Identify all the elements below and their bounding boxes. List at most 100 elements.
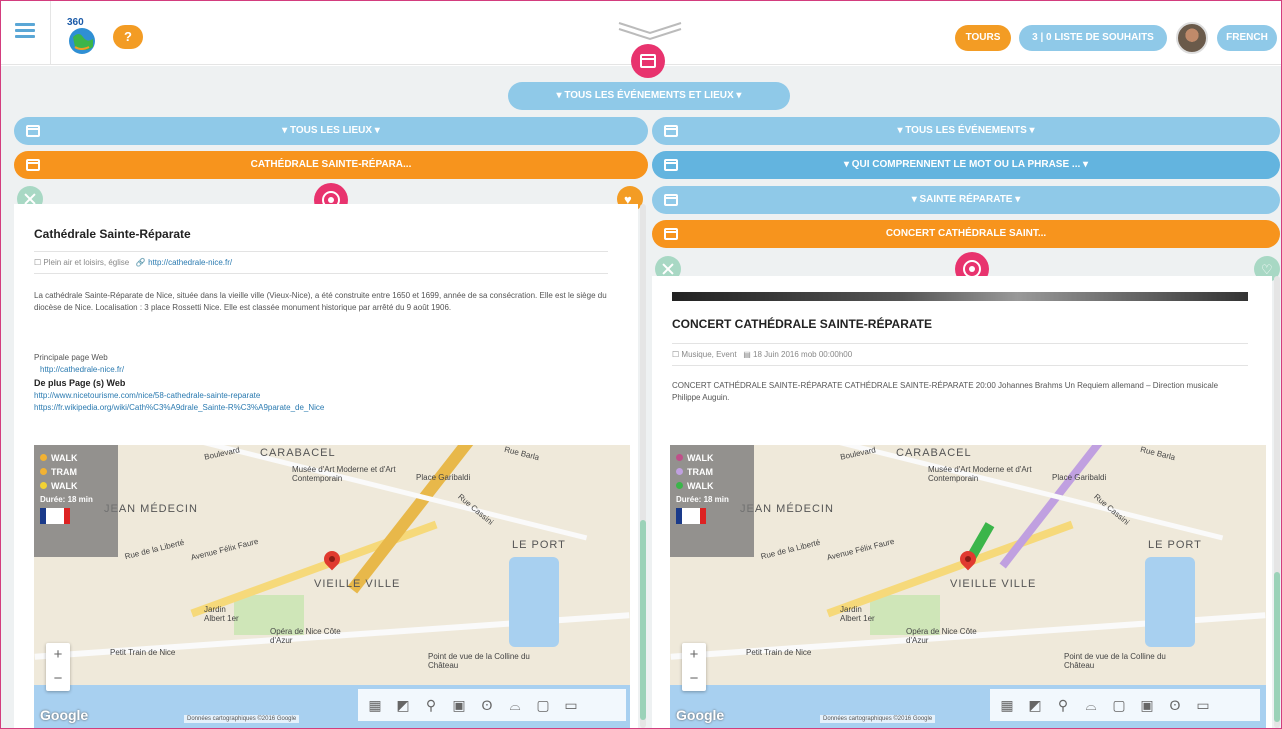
calendar-toggle-button[interactable] [631, 44, 665, 78]
more-pages-label: De plus Page (s) Web [34, 378, 126, 388]
map-label-liberte: Rue de la Liberté [123, 537, 186, 562]
bus-icon[interactable]: ▣ [1136, 694, 1158, 716]
user-avatar[interactable] [1176, 22, 1208, 54]
main-web-link[interactable]: http://cathedrale-nice.fr/ [40, 364, 124, 376]
place-description: La cathédrale Sainte-Réparate de Nice, s… [34, 291, 607, 312]
legend-dot [40, 468, 47, 475]
legend-dot [676, 468, 683, 475]
legend-dot [676, 482, 683, 489]
legend-label: WALK [51, 453, 78, 463]
legend-row: TRAM [676, 465, 748, 479]
map-pin-marker[interactable] [324, 551, 340, 573]
transport-mode-bar: ▦ ◩ ⚲ ▣ ʘ ⌓ ▢ ▭ [358, 689, 626, 721]
keyword-label: ▾ SAINTE RÉPARATE ▾ [911, 194, 1021, 205]
legend-label: TRAM [51, 467, 77, 477]
transport-mode-bar: ▦ ◩ ⚲ ⌓ ▢ ▣ ʘ ▭ [990, 689, 1260, 721]
place-title: Cathédrale Sainte-Réparate [34, 227, 191, 241]
scooter-icon[interactable]: ʘ [1164, 694, 1186, 716]
satellite-icon[interactable]: ◩ [392, 694, 414, 716]
map-label-carabacel: CARABACEL [896, 447, 972, 459]
map-layer-icon[interactable]: ▦ [364, 694, 386, 716]
main-web-label: Principale page Web [34, 353, 108, 362]
more-web-link-2[interactable]: https://fr.wikipedia.org/wiki/Cath%C3%A9… [34, 402, 324, 414]
map-label-musee: Musée d'Art Moderne et d'Art Contemporai… [292, 465, 396, 483]
zoom-in-button[interactable]: + [46, 643, 70, 667]
help-button[interactable]: ? [113, 25, 143, 49]
scooter-icon[interactable]: ʘ [476, 694, 498, 716]
tours-button[interactable]: TOURS [955, 25, 1011, 51]
car-icon[interactable]: ⌓ [1080, 694, 1102, 716]
hamburger-menu-icon[interactable] [15, 23, 35, 39]
road [736, 445, 1224, 541]
wishlist-button[interactable]: 3 | 0 LISTE DE SOUHAITS [1019, 25, 1167, 51]
map-label-colline: Point de vue de la Colline du Château [1064, 652, 1166, 670]
legend-row: WALK [676, 451, 748, 465]
satellite-icon[interactable]: ◩ [1024, 694, 1046, 716]
event-category: Musique, Event [681, 350, 737, 359]
event-map[interactable]: CARABACEL Musée d'Art Moderne et d'Art C… [670, 445, 1266, 728]
tram-icon[interactable]: ▭ [1192, 694, 1214, 716]
map-label-liberte: Rue de la Liberté [759, 537, 822, 562]
map-label-garibaldi: Place Garibaldi [416, 473, 471, 482]
all-events-label: ▾ TOUS LES ÉVÉNEMENTS ▾ [897, 125, 1035, 136]
place-scroll-thumb[interactable] [640, 520, 646, 720]
legend-label: WALK [51, 481, 78, 491]
zoom-out-button[interactable]: − [682, 667, 706, 691]
calendar-icon [664, 125, 678, 137]
place-scrollbar[interactable] [640, 204, 646, 728]
map-label-opera: Opéra de Nice Côte d'Azur [270, 627, 341, 645]
collapse-chevron-icon[interactable] [615, 19, 685, 41]
train-icon[interactable]: ▢ [532, 694, 554, 716]
transport-logo [676, 508, 706, 524]
event-scrollbar[interactable] [1274, 276, 1280, 728]
bike-icon[interactable]: ⚲ [1052, 694, 1074, 716]
all-events-places-filter[interactable]: ▾ TOUS LES ÉVÉNEMENTS ET LIEUX ▾ [508, 82, 790, 110]
map-credit: Données cartographiques ©2016 Google [820, 715, 936, 723]
map-pin-marker[interactable] [960, 551, 976, 573]
more-web-link-1[interactable]: http://www.nicetourisme.com/nice/58-cath… [34, 390, 260, 402]
keyword-filter[interactable]: ▾ SAINTE RÉPARATE ▾ [652, 186, 1280, 214]
selected-event-bar[interactable]: CONCERT CATHÉDRALE SAINT... [652, 220, 1280, 248]
tram-icon[interactable]: ▭ [560, 694, 582, 716]
map-label-barla: Rue Barla [503, 445, 541, 463]
bookmark-icon: ☐ [34, 258, 44, 267]
legend-label: WALK [687, 453, 714, 463]
legend-row: WALK [40, 451, 112, 465]
place-url-link[interactable]: http://cathedrale-nice.fr/ [148, 258, 232, 267]
zoom-out-button[interactable]: − [46, 667, 70, 691]
all-events-filter[interactable]: ▾ TOUS LES ÉVÉNEMENTS ▾ [652, 117, 1280, 145]
selected-event-label: CONCERT CATHÉDRALE SAINT... [885, 228, 1047, 239]
map-label-petit-train: Petit Train de Nice [746, 648, 812, 657]
port-basin [509, 557, 559, 647]
calendar-icon [664, 228, 678, 240]
map-label-jean-medecin: JEAN MÉDECIN [104, 503, 198, 515]
place-map[interactable]: CARABACEL Musée d'Art Moderne et d'Art C… [34, 445, 630, 728]
language-button[interactable]: FRENCH [1217, 25, 1277, 51]
bookmark-icon: ☐ [672, 350, 682, 359]
map-label-albert: Jardin Albert 1er [840, 605, 875, 623]
transport-logo [40, 508, 70, 524]
globe-360-logo[interactable]: 360 [61, 15, 103, 55]
contains-phrase-label: ▾ QUI COMPRENNENT LE MOT OU LA PHRASE ..… [843, 159, 1089, 170]
contains-phrase-filter[interactable]: ▾ QUI COMPRENNENT LE MOT OU LA PHRASE ..… [652, 151, 1280, 179]
event-scroll-thumb[interactable] [1274, 572, 1280, 722]
selected-place-bar[interactable]: CATHÉDRALE SAINTE-RÉPARA... [14, 151, 648, 179]
map-layer-icon[interactable]: ▦ [996, 694, 1018, 716]
car-icon[interactable]: ⌓ [504, 694, 526, 716]
bike-icon[interactable]: ⚲ [420, 694, 442, 716]
map-label-felix-faure: Avenue Félix Faure [189, 536, 260, 563]
heart-outline-icon: ♡ [1261, 262, 1273, 277]
zoom-in-button[interactable]: + [682, 643, 706, 667]
legend-duration: Durée: 18 min [40, 495, 93, 504]
legend-row: WALK [40, 479, 112, 493]
all-places-filter[interactable]: ▾ TOUS LES LIEUX ▾ [14, 117, 648, 145]
train-icon[interactable]: ▢ [1108, 694, 1130, 716]
selected-place-label: CATHÉDRALE SAINTE-RÉPARA... [250, 159, 412, 170]
bus-icon[interactable]: ▣ [448, 694, 470, 716]
event-meta: ☐ Musique, Event ▤ 18 Juin 2016 mob 00:0… [672, 343, 1248, 366]
legend-dot [40, 454, 47, 461]
map-label-barla: Rue Barla [1139, 445, 1177, 463]
calendar-icon [664, 159, 678, 171]
link-icon: 🔗 [135, 258, 149, 267]
map-label-jean-medecin: JEAN MÉDECIN [740, 503, 834, 515]
